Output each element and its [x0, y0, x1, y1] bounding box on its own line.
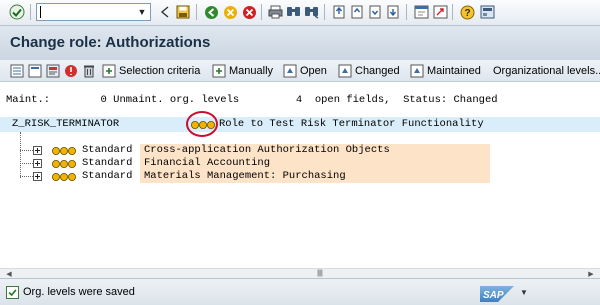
shortcut-icon[interactable]: [431, 3, 449, 21]
separator: [406, 4, 407, 20]
application-toolbar: Selection criteria Manually Open Changed…: [0, 60, 600, 82]
status-bar: Org. levels were saved SAP ▼: [0, 278, 600, 305]
expand-node-icon[interactable]: [33, 159, 42, 168]
maintained-button[interactable]: Maintained: [410, 62, 481, 80]
command-dropdown-icon[interactable]: ▼: [134, 4, 150, 20]
enter-checkmark-icon[interactable]: [8, 3, 26, 21]
status-message: Org. levels were saved: [23, 286, 135, 298]
next-page-icon[interactable]: [366, 3, 384, 21]
selection-criteria-label: Selection criteria: [119, 65, 201, 77]
help-icon[interactable]: ?: [458, 3, 476, 21]
annotation-circle: [186, 111, 218, 137]
exit-icon[interactable]: [221, 3, 239, 21]
customize-layout-icon[interactable]: [478, 3, 496, 21]
svg-text:?: ?: [464, 8, 470, 19]
cancel-icon[interactable]: [240, 3, 258, 21]
org-levels-button[interactable]: Organizational levels...: [493, 62, 600, 80]
status-dropdown-icon[interactable]: ▼: [520, 288, 528, 297]
previous-page-icon[interactable]: [348, 3, 366, 21]
manually-button[interactable]: Manually: [212, 62, 273, 80]
text-caret: [40, 6, 41, 18]
command-field[interactable]: ▼: [36, 3, 151, 21]
changed-label: Changed: [355, 65, 400, 77]
selection-criteria-button[interactable]: Selection criteria: [102, 62, 200, 80]
manually-icon: [212, 64, 226, 78]
node-description: Financial Accounting: [140, 157, 490, 170]
scroll-left-icon[interactable]: ◀: [4, 269, 14, 278]
delete-icon[interactable]: [82, 62, 96, 80]
first-page-icon[interactable]: [330, 3, 348, 21]
success-checkmark-icon: [6, 286, 19, 299]
open-filter-icon: [283, 64, 297, 78]
role-description: Role to Test Risk Terminator Functionali…: [219, 118, 484, 130]
selection-criteria-icon: [102, 64, 116, 78]
separator: [261, 4, 262, 20]
command-back-arrow-icon[interactable]: [156, 3, 174, 21]
traffic-light-icon[interactable]: [52, 159, 76, 169]
maintenance-status-line: Maint.: 0 Unmaint. org. levels 4 open fi…: [6, 94, 498, 106]
last-page-icon[interactable]: [384, 3, 402, 21]
new-session-icon[interactable]: [412, 3, 430, 21]
save-icon[interactable]: [174, 3, 192, 21]
tree-node[interactable]: Standard Cross-application Authorization…: [0, 144, 600, 157]
expand-all-icon[interactable]: [10, 62, 24, 80]
open-label: Open: [300, 65, 327, 77]
role-name: Z_RISK_TERMINATOR: [12, 118, 120, 130]
changed-button[interactable]: Changed: [338, 62, 400, 80]
separator: [452, 4, 453, 20]
open-button[interactable]: Open: [283, 62, 327, 80]
collapse-all-icon[interactable]: [28, 62, 42, 80]
svg-text:SAP: SAP: [483, 290, 504, 301]
open-fields-label: open fields,: [314, 94, 391, 106]
tree-node[interactable]: Standard Financial Accounting: [0, 157, 600, 170]
separator: [196, 4, 197, 20]
display-object-icon[interactable]: [46, 62, 60, 80]
system-toolbar: ▼ ?: [0, 0, 600, 26]
node-type: Standard: [82, 144, 133, 156]
unmaint-count: 0: [100, 94, 107, 106]
node-type: Standard: [82, 157, 133, 169]
page-title: Change role: Authorizations: [10, 34, 211, 51]
traffic-light-icon[interactable]: [52, 172, 76, 182]
node-description: Materials Management: Purchasing: [140, 170, 490, 183]
expand-node-icon[interactable]: [33, 172, 42, 181]
node-type: Standard: [82, 170, 133, 182]
changed-filter-icon: [338, 64, 352, 78]
maintained-label: Maintained: [427, 65, 481, 77]
scroll-grip-icon[interactable]: ||||||: [317, 270, 323, 277]
traffic-light-icon[interactable]: [52, 146, 76, 156]
scroll-right-icon[interactable]: ▶: [586, 269, 596, 278]
manually-label: Manually: [229, 65, 274, 77]
print-icon[interactable]: [266, 3, 284, 21]
maintained-filter-icon: [410, 64, 424, 78]
title-bar: Change role: Authorizations: [0, 26, 600, 60]
sap-logo-icon: SAP: [480, 286, 514, 302]
unmaint-label: Unmaint. org. levels: [113, 94, 240, 106]
horizontal-scrollbar[interactable]: ◀ |||||| ▶: [0, 268, 600, 278]
find-next-icon[interactable]: [302, 3, 320, 21]
status-text: Status: Changed: [403, 94, 498, 106]
expand-node-icon[interactable]: [33, 146, 42, 155]
activate-icon[interactable]: [64, 62, 78, 80]
node-description: Cross-application Authorization Objects: [140, 144, 490, 157]
separator: [324, 4, 325, 20]
authorization-tree-area: Maint.: 0 Unmaint. org. levels 4 open fi…: [0, 82, 600, 278]
command-input[interactable]: [37, 4, 133, 20]
separator: [30, 4, 31, 20]
maint-label: Maint.:: [6, 94, 51, 106]
role-row[interactable]: Z_RISK_TERMINATOR Role to Test Risk Term…: [0, 117, 600, 132]
back-icon[interactable]: [202, 3, 220, 21]
find-icon[interactable]: [284, 3, 302, 21]
org-levels-label: Organizational levels...: [493, 65, 600, 77]
open-fields-count: 4: [295, 94, 303, 106]
tree-node[interactable]: Standard Materials Management: Purchasin…: [0, 170, 600, 183]
